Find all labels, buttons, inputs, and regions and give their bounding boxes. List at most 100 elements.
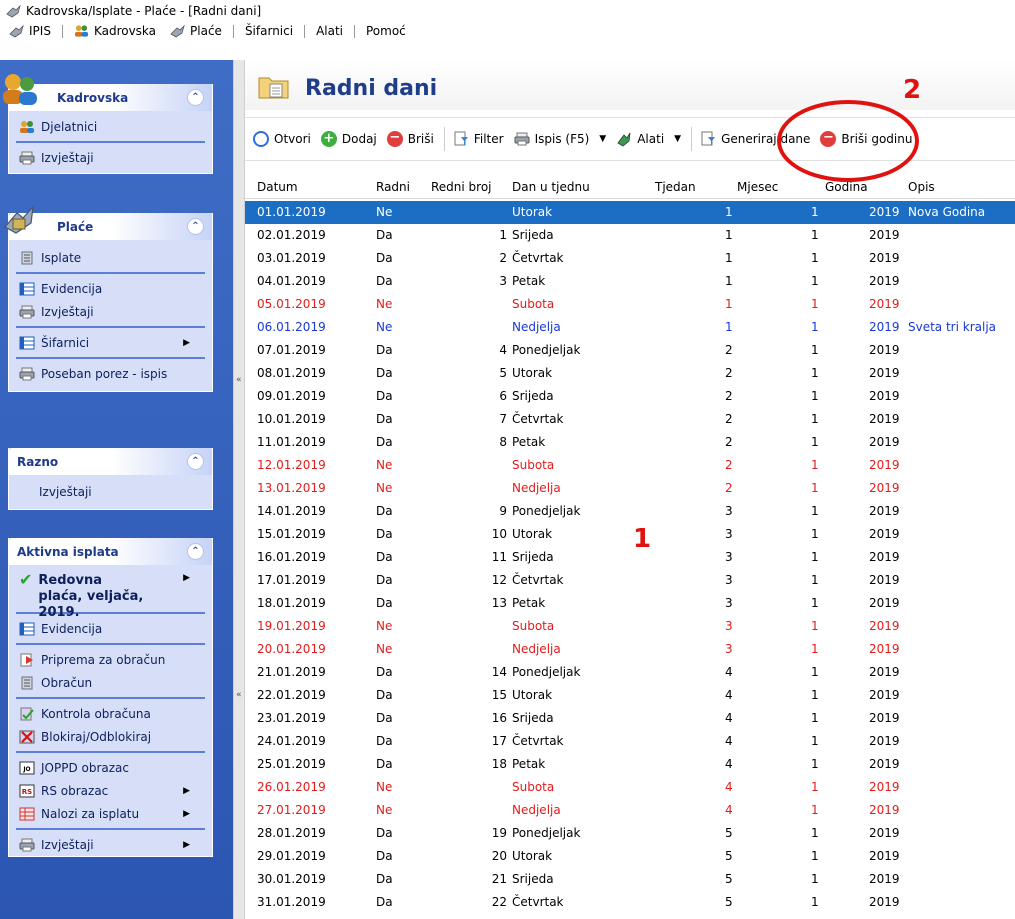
collapse-icon[interactable]: ⌃ — [187, 89, 204, 106]
sidebar-item-joppd[interactable]: JO JOPPD obrazac — [9, 756, 212, 779]
print-button[interactable]: Ispis (F5) — [514, 131, 589, 147]
sidebar-item-djelatnici[interactable]: Djelatnici — [9, 115, 212, 138]
table-cell: 19 — [491, 826, 507, 840]
table-row[interactable]: 16.01.2019 Da 11 Srijeda 3 1 2019 — [245, 546, 1015, 569]
print-dropdown-icon[interactable]: ▼ — [599, 134, 606, 144]
table-row[interactable]: 23.01.2019 Da 16 Srijeda 4 1 2019 — [245, 707, 1015, 730]
table-cell: Sveta tri kralja — [908, 320, 997, 334]
table-row[interactable]: 07.01.2019 Da 4 Ponedjeljak 2 1 2019 — [245, 339, 1015, 362]
collapse-icon[interactable]: ⌃ — [187, 543, 204, 560]
tools-dropdown-icon[interactable]: ▼ — [674, 134, 681, 144]
table-row[interactable]: 04.01.2019 Da 3 Petak 1 1 2019 — [245, 270, 1015, 293]
sidebar-item-isplate[interactable]: Isplate — [9, 246, 212, 269]
open-button[interactable]: Otvori — [253, 131, 311, 147]
sidebar-item-rs[interactable]: RS RS obrazac ▶ — [9, 779, 212, 802]
sidebar-item-izvjestaji[interactable]: Izvještaji — [9, 475, 212, 509]
panel-header[interactable]: Kadrovska ⌃ — [9, 84, 212, 111]
table-row[interactable]: 18.01.2019 Da 13 Petak 3 1 2019 — [245, 592, 1015, 615]
sidebar-item-priprema[interactable]: Priprema za obračun — [9, 648, 212, 671]
column-header[interactable]: Mjesec — [737, 180, 778, 194]
menu-place[interactable]: Plaće — [166, 22, 226, 40]
active-payout[interactable]: ✔ Redovna plaća, veljača, 2019. ▶ — [9, 565, 212, 621]
table-row[interactable]: 24.01.2019 Da 17 Četvrtak 4 1 2019 — [245, 730, 1015, 753]
table-cell: 14 — [491, 665, 507, 679]
column-header[interactable]: Radni — [376, 180, 410, 194]
sidebar-item-blokiraj[interactable]: Blokiraj/Odblokiraj — [9, 725, 212, 748]
column-header[interactable]: Datum — [257, 180, 298, 194]
column-header[interactable]: Opis — [908, 180, 935, 194]
table-row[interactable]: 05.01.2019 Ne Subota 1 1 2019 — [245, 293, 1015, 316]
table-row[interactable]: 28.01.2019 Da 19 Ponedjeljak 5 1 2019 — [245, 822, 1015, 845]
panel-header[interactable]: Razno ⌃ — [9, 448, 212, 475]
splitter-arrow-icon[interactable]: « — [236, 690, 242, 700]
table-cell: 02.01.2019 — [257, 228, 326, 242]
table-row[interactable]: 30.01.2019 Da 21 Srijeda 5 1 2019 — [245, 868, 1015, 891]
table-cell: 2019 — [869, 366, 900, 380]
table-cell: 1 — [811, 366, 819, 380]
column-header[interactable]: Godina — [825, 180, 868, 194]
sidebar-item-evidencija[interactable]: Evidencija — [9, 277, 212, 300]
sidebar-item-izvjestaji[interactable]: Izvještaji ▶ — [9, 833, 212, 856]
annotation-ellipse — [777, 100, 919, 182]
table-cell: Da — [376, 435, 393, 449]
delete-button[interactable]: − Briši — [386, 131, 434, 147]
table-row[interactable]: 19.01.2019 Ne Subota 3 1 2019 — [245, 615, 1015, 638]
table-row[interactable]: 17.01.2019 Da 12 Četvrtak 3 1 2019 — [245, 569, 1015, 592]
table-row[interactable]: 22.01.2019 Da 15 Utorak 4 1 2019 — [245, 684, 1015, 707]
table-cell: 15 — [491, 688, 507, 702]
table-row[interactable]: 21.01.2019 Da 14 Ponedjeljak 4 1 2019 — [245, 661, 1015, 684]
collapse-icon[interactable]: ⌃ — [187, 218, 204, 235]
filter-button[interactable]: Filter — [453, 131, 504, 147]
sidebar-splitter[interactable]: « « — [233, 60, 245, 919]
table-row[interactable]: 13.01.2019 Ne Nedjelja 2 1 2019 — [245, 477, 1015, 500]
table-row[interactable]: 20.01.2019 Ne Nedjelja 3 1 2019 — [245, 638, 1015, 661]
table-row[interactable]: 10.01.2019 Da 7 Četvrtak 2 1 2019 — [245, 408, 1015, 431]
table-cell: 2019 — [869, 596, 900, 610]
window-title: Kadrovska/Isplate - Plaće - [Radni dani] — [26, 4, 262, 18]
printer-icon — [19, 838, 35, 851]
tools-button[interactable]: Alati — [616, 131, 664, 147]
splitter-arrow-icon[interactable]: « — [236, 375, 242, 385]
sidebar-item-izvjestaji[interactable]: Izvještaji — [9, 300, 212, 323]
table-cell: 1 — [811, 803, 819, 817]
panel-header[interactable]: Plaće ⌃ — [9, 213, 212, 240]
grid-icon — [19, 282, 35, 295]
table-row[interactable]: 14.01.2019 Da 9 Ponedjeljak 3 1 2019 — [245, 500, 1015, 523]
sidebar-item-obracun[interactable]: Obračun — [9, 671, 212, 694]
table-row[interactable]: 08.01.2019 Da 5 Utorak 2 1 2019 — [245, 362, 1015, 385]
sidebar: Kadrovska ⌃ Djelatnici Izvještaji Plaće ⌃ … — [0, 60, 233, 919]
table-row[interactable]: 11.01.2019 Da 8 Petak 2 1 2019 — [245, 431, 1015, 454]
table-row[interactable]: 02.01.2019 Da 1 Srijeda 1 1 2019 — [245, 224, 1015, 247]
sidebar-item-poseban-porez[interactable]: Poseban porez - ispis — [9, 362, 212, 385]
table-cell: Subota — [512, 458, 555, 472]
table-row[interactable]: 01.01.2019 Ne Utorak 1 1 2019 Nova Godina — [245, 201, 1015, 224]
table-row[interactable]: 06.01.2019 Ne Nedjelja 1 1 2019 Sveta tri kral… — [245, 316, 1015, 339]
column-header[interactable]: Redni broj — [431, 180, 492, 194]
sidebar-item-nalozi[interactable]: Nalozi za isplatu ▶ — [9, 802, 212, 825]
table-row[interactable]: 26.01.2019 Ne Subota 4 1 2019 — [245, 776, 1015, 799]
menu-kadrovska[interactable]: Kadrovska — [70, 22, 160, 40]
sidebar-item-izvjestaji[interactable]: Izvještaji — [9, 146, 212, 169]
collapse-icon[interactable]: ⌃ — [187, 453, 204, 470]
menu-sifarnici[interactable]: Šifarnici — [241, 22, 297, 40]
sidebar-item-evidencija[interactable]: Evidencija — [9, 617, 212, 640]
table-row[interactable]: 27.01.2019 Ne Nedjelja 4 1 2019 — [245, 799, 1015, 822]
table-row[interactable]: 15.01.2019 Da 10 Utorak 3 1 2019 — [245, 523, 1015, 546]
column-header[interactable]: Dan u tjednu — [512, 180, 590, 194]
table-row[interactable]: 12.01.2019 Ne Subota 2 1 2019 — [245, 454, 1015, 477]
sidebar-item-sifarnici[interactable]: Šifarnici ▶ — [9, 331, 212, 354]
table-cell: 3 — [499, 274, 507, 288]
menu-pomoc[interactable]: Pomoć — [362, 22, 410, 40]
sidebar-item-kontrola[interactable]: Kontrola obračuna — [9, 702, 212, 725]
table-row[interactable]: 03.01.2019 Da 2 Četvrtak 1 1 2019 — [245, 247, 1015, 270]
table-row[interactable]: 29.01.2019 Da 20 Utorak 5 1 2019 — [245, 845, 1015, 868]
table-row[interactable]: 25.01.2019 Da 18 Petak 4 1 2019 — [245, 753, 1015, 776]
menu-ipis[interactable]: IPIS — [5, 22, 55, 40]
add-button[interactable]: + Dodaj — [320, 131, 377, 147]
column-header[interactable]: Tjedan — [655, 180, 696, 194]
menu-alati[interactable]: Alati — [312, 22, 347, 40]
panel-header[interactable]: Aktivna isplata ⌃ — [9, 538, 212, 565]
table-row[interactable]: 31.01.2019 Da 22 Četvrtak 5 1 2019 — [245, 891, 1015, 914]
menu-divider — [354, 25, 355, 38]
table-row[interactable]: 09.01.2019 Da 6 Srijeda 2 1 2019 — [245, 385, 1015, 408]
